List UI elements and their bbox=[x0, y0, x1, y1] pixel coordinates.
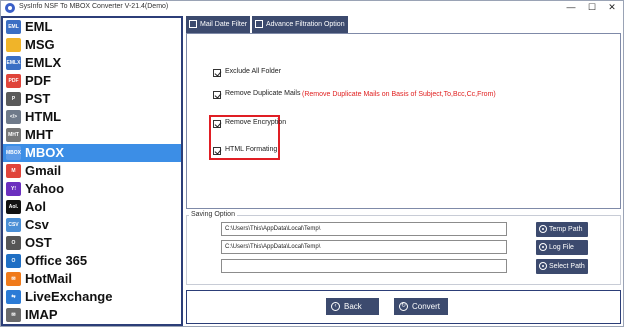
office365-icon: O bbox=[6, 254, 21, 268]
sidebar-item-liveexchange[interactable]: ⇆ LiveExchange bbox=[3, 288, 181, 306]
imap-icon: ✉ bbox=[6, 308, 21, 322]
sidebar-item-label: MHT bbox=[25, 127, 54, 142]
checkbox-label: Exclude All Folder bbox=[225, 68, 282, 75]
mht-icon: MHT bbox=[6, 128, 21, 142]
format-sidebar: EML EML MSG EMLX EMLX PDF PDF P PST </> … bbox=[1, 16, 183, 326]
sidebar-item-emlx[interactable]: EMLX EMLX bbox=[3, 54, 181, 72]
emlx-icon: EMLX bbox=[6, 56, 21, 70]
app-logo-icon bbox=[5, 3, 15, 13]
sidebar-item-label: Office 365 bbox=[25, 253, 88, 268]
sidebar-item-office365[interactable]: O Office 365 bbox=[3, 252, 181, 270]
folder-target-icon bbox=[539, 225, 547, 233]
sidebar-item-label: PST bbox=[25, 91, 51, 106]
sidebar-item-gmail[interactable]: M Gmail bbox=[3, 162, 181, 180]
ost-icon: O bbox=[6, 236, 21, 250]
sidebar-item-label: Aol bbox=[25, 199, 46, 214]
checkbox-label: Remove Duplicate Mails bbox=[225, 90, 301, 97]
sidebar-item-label: HotMail bbox=[25, 271, 72, 286]
button-label: Select Path bbox=[549, 263, 585, 270]
pdf-icon: PDF bbox=[6, 74, 21, 88]
options-panel: Exclude All Folder Remove Duplicate Mail… bbox=[186, 33, 621, 209]
saving-option-title: Saving Option bbox=[189, 211, 237, 218]
checkbox-label: HTML Formating bbox=[225, 146, 278, 153]
tab-label: Mail Date Filter bbox=[200, 21, 248, 28]
html-icon: </> bbox=[6, 110, 21, 124]
sidebar-item-label: Csv bbox=[25, 217, 49, 232]
select-path-button[interactable]: Select Path bbox=[536, 259, 588, 274]
sidebar-item-label: EML bbox=[25, 19, 53, 34]
sidebar-item-label: Yahoo bbox=[25, 181, 65, 196]
sidebar-item-imap[interactable]: ✉ IMAP bbox=[3, 306, 181, 324]
button-label: Temp Path bbox=[549, 226, 583, 233]
sidebar-item-pst[interactable]: P PST bbox=[3, 90, 181, 108]
maximize-button[interactable]: ☐ bbox=[582, 1, 602, 15]
sidebar-item-label: EMLX bbox=[25, 55, 62, 70]
checkbox-checked-icon bbox=[213, 120, 221, 128]
window-title: SysInfo NSF To MBOX Converter V-21.4(Dem… bbox=[19, 3, 169, 10]
sidebar-item-label: MSG bbox=[25, 37, 55, 52]
sidebar-item-label: IMAP bbox=[25, 307, 58, 322]
convert-icon: ↻ bbox=[399, 302, 408, 311]
mbox-icon: MBOX bbox=[6, 146, 21, 160]
temp-path-button[interactable]: Temp Path bbox=[536, 222, 588, 237]
sidebar-item-mht[interactable]: MHT MHT bbox=[3, 126, 181, 144]
eml-icon: EML bbox=[6, 20, 21, 34]
yahoo-icon: Y! bbox=[6, 182, 21, 196]
app-window: SysInfo NSF To MBOX Converter V-21.4(Dem… bbox=[0, 0, 624, 327]
minimize-button[interactable]: — bbox=[561, 1, 581, 15]
sidebar-item-label: MBOX bbox=[25, 145, 64, 160]
button-label: Back bbox=[344, 302, 362, 311]
sidebar-item-mbox[interactable]: MBOX MBOX bbox=[3, 144, 181, 162]
sidebar-item-html[interactable]: </> HTML bbox=[3, 108, 181, 126]
back-arrow-icon: ‹ bbox=[331, 302, 340, 311]
envelope-icon bbox=[6, 38, 21, 52]
duplicate-basis-note: (Remove Duplicate Mails on Basis of Subj… bbox=[302, 91, 496, 98]
checkbox-checked-icon bbox=[213, 147, 221, 155]
checkbox-checked-icon bbox=[213, 91, 221, 99]
hotmail-icon: ✉ bbox=[6, 272, 21, 286]
sidebar-item-label: LiveExchange bbox=[25, 289, 113, 304]
sidebar-item-ost[interactable]: O OST bbox=[3, 234, 181, 252]
tab-mail-date-filter[interactable]: Mail Date Filter bbox=[186, 16, 250, 33]
sidebar-item-pdf[interactable]: PDF PDF bbox=[3, 72, 181, 90]
pst-icon: P bbox=[6, 92, 21, 106]
sidebar-item-eml[interactable]: EML EML bbox=[3, 18, 181, 36]
sidebar-item-label: HTML bbox=[25, 109, 62, 124]
log-file-path-button[interactable]: Log File Path bbox=[536, 240, 588, 266]
sidebar-item-aol[interactable]: Aol. Aol bbox=[3, 198, 181, 216]
tab-advance-filtration-option[interactable]: Advance Filtration Option bbox=[252, 16, 348, 33]
csv-icon: CSV bbox=[6, 218, 21, 232]
back-button[interactable]: ‹ Back bbox=[326, 298, 379, 315]
log-path-field[interactable]: C:\Users\This\AppData\Local\Temp\ bbox=[221, 240, 507, 254]
sidebar-item-label: OST bbox=[25, 235, 52, 250]
aol-icon: Aol. bbox=[6, 200, 21, 214]
checkbox-checked-icon bbox=[213, 69, 221, 77]
tab-label: Advance Filtration Option bbox=[266, 21, 345, 28]
select-path-field[interactable] bbox=[221, 259, 507, 273]
button-label: Convert bbox=[412, 302, 441, 311]
checkbox-label: Remove Encryption bbox=[225, 119, 287, 126]
sidebar-item-csv[interactable]: CSV Csv bbox=[3, 216, 181, 234]
folder-target-icon bbox=[539, 243, 547, 251]
exchange-icon: ⇆ bbox=[6, 290, 21, 304]
sidebar-item-label: PDF bbox=[25, 73, 51, 88]
sidebar-item-label: Gmail bbox=[25, 163, 62, 178]
sidebar-item-hotmail[interactable]: ✉ HotMail bbox=[3, 270, 181, 288]
close-button[interactable]: ✕ bbox=[602, 1, 622, 15]
folder-target-icon bbox=[539, 262, 547, 270]
filter-icon bbox=[255, 20, 263, 28]
gmail-icon: M bbox=[6, 164, 21, 178]
calendar-icon bbox=[189, 20, 197, 28]
temp-path-field[interactable]: C:\Users\This\AppData\Local\Temp\ bbox=[221, 222, 507, 236]
sidebar-item-msg[interactable]: MSG bbox=[3, 36, 181, 54]
title-bar: SysInfo NSF To MBOX Converter V-21.4(Dem… bbox=[1, 1, 623, 16]
sidebar-item-yahoo[interactable]: Y! Yahoo bbox=[3, 180, 181, 198]
convert-button[interactable]: ↻ Convert bbox=[394, 298, 448, 315]
